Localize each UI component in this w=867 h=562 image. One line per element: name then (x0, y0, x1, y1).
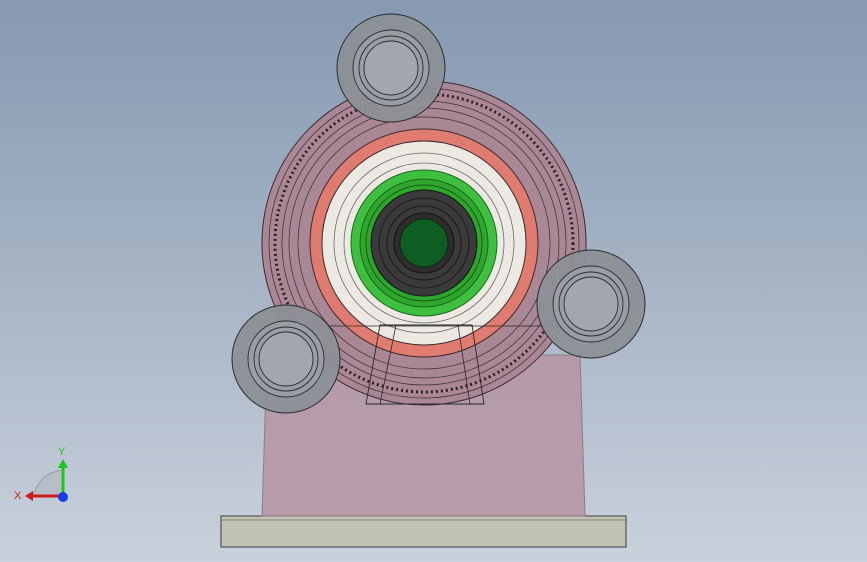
triad-plane (32, 469, 64, 497)
model-view[interactable]: Y X (0, 0, 867, 562)
coordinate-triad[interactable]: Y X (14, 446, 68, 502)
idler-roller-left (231, 304, 341, 414)
base-plate (220, 515, 627, 548)
triad-y-label: Y (58, 446, 66, 458)
shaft (399, 218, 449, 268)
triad-y-arrow (58, 459, 68, 468)
cad-viewport[interactable]: Y X (0, 0, 867, 562)
triad-z-axis (58, 492, 68, 502)
idler-roller-right (536, 249, 646, 359)
triad-x-arrow (25, 491, 33, 501)
triad-x-label: X (14, 490, 22, 502)
idler-roller-top (336, 13, 446, 123)
